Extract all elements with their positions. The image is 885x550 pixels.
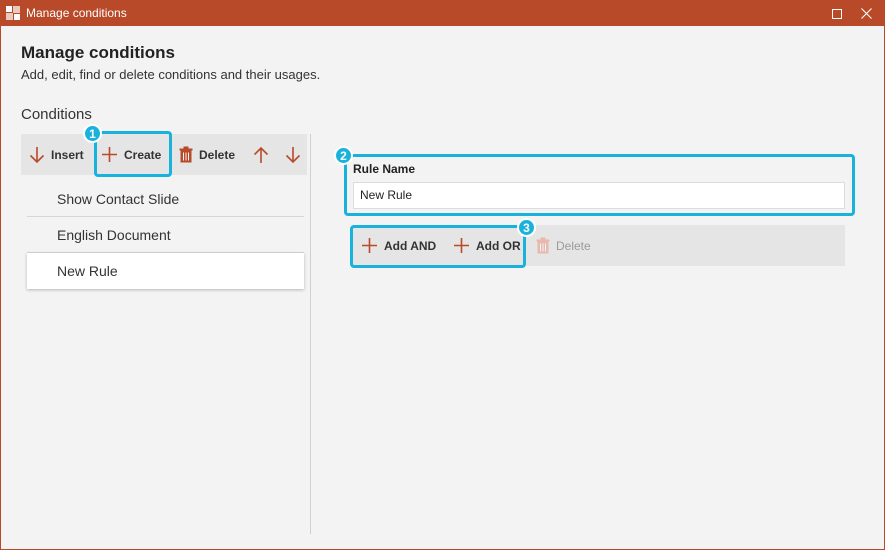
callout-create	[94, 131, 172, 177]
manage-conditions-window: Manage conditions Manage conditions Add,…	[0, 0, 885, 550]
panel-divider	[310, 134, 311, 534]
maximize-button[interactable]	[824, 1, 850, 26]
callout-badge-1: 1	[83, 124, 102, 143]
move-up-button[interactable]	[253, 134, 269, 175]
list-item-label: Show Contact Slide	[57, 190, 180, 207]
maximize-icon	[832, 8, 842, 19]
conditions-list: Show Contact Slide English Document New …	[27, 181, 304, 289]
list-item-label: New Rule	[57, 263, 118, 279]
trash-icon	[536, 237, 550, 254]
delete-rule-label: Delete	[556, 238, 591, 253]
callout-badge-2: 2	[334, 146, 353, 165]
list-item-label: English Document	[57, 226, 171, 243]
arrow-up-icon	[253, 146, 269, 163]
arrow-down-icon	[29, 146, 45, 163]
delete-condition-button[interactable]: Delete	[179, 134, 235, 175]
callout-rule-name	[344, 154, 855, 216]
list-item[interactable]: Show Contact Slide	[27, 181, 304, 217]
move-down-button[interactable]	[285, 134, 301, 175]
insert-button[interactable]: Insert	[29, 134, 84, 175]
close-icon	[860, 8, 872, 19]
arrow-down-icon	[285, 146, 301, 163]
page-subtitle: Add, edit, find or delete conditions and…	[21, 67, 321, 82]
conditions-section-label: Conditions	[21, 106, 92, 123]
close-button[interactable]	[853, 1, 879, 26]
callout-badge-3: 3	[517, 218, 536, 237]
list-item-selected[interactable]: New Rule	[27, 253, 304, 289]
window-title: Manage conditions	[26, 6, 127, 20]
delete-label: Delete	[199, 147, 236, 162]
callout-add-buttons	[350, 225, 526, 268]
page-title: Manage conditions	[21, 43, 175, 62]
title-bar: Manage conditions	[1, 1, 884, 26]
app-icon	[6, 6, 20, 20]
list-item[interactable]: English Document	[27, 217, 304, 253]
trash-icon	[179, 146, 193, 163]
delete-rule-button[interactable]: Delete	[536, 225, 591, 266]
insert-label: Insert	[51, 147, 84, 162]
